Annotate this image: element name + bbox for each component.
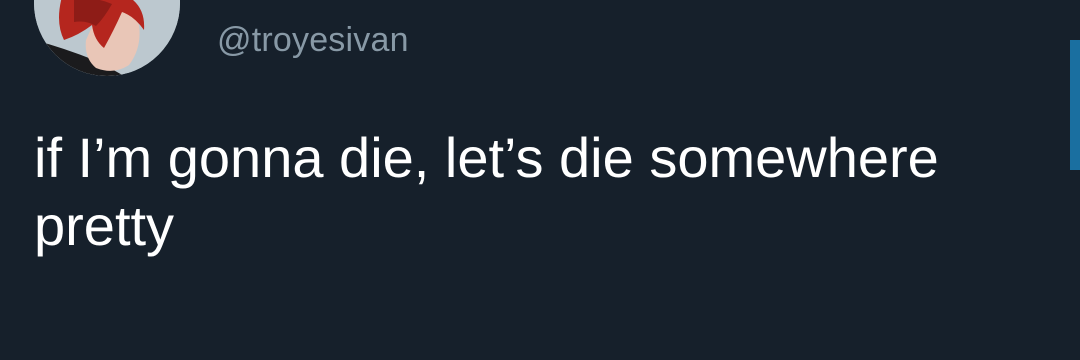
- username-handle[interactable]: @troyesivan: [217, 16, 409, 64]
- scrollbar[interactable]: [1070, 40, 1080, 170]
- tweet-card: @troyesivan if I’m gonna die, let’s die …: [0, 0, 1080, 360]
- profile-photo-icon: [34, 0, 180, 76]
- avatar[interactable]: [34, 0, 180, 76]
- tweet-text: if I’m gonna die, let’s die somewhere pr…: [34, 126, 939, 257]
